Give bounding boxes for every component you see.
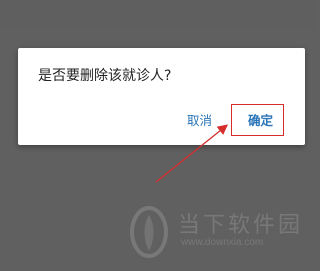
dialog-message: 是否要删除该就诊人? (38, 68, 172, 84)
confirm-dialog: 是否要删除该就诊人? 取消 确定 (18, 48, 305, 145)
watermark: 当下软件园 www.downxia.com (128, 205, 308, 265)
watermark-title: 当下软件园 (178, 213, 304, 238)
cancel-button[interactable]: 取消 (187, 110, 212, 129)
watermark-logo-icon (130, 206, 168, 258)
overlay-backdrop (0, 0, 316, 30)
watermark-url: www.downxia.com (181, 237, 264, 248)
confirm-button[interactable]: 确定 (248, 110, 273, 129)
